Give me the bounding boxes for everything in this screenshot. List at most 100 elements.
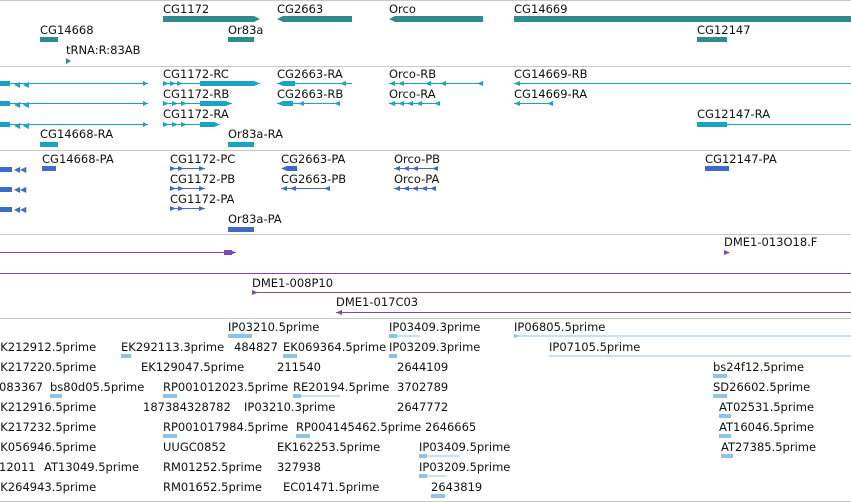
protein-feature[interactable]: CG2663-PA [281, 152, 346, 171]
protein-feature[interactable]: CG1172-PA [170, 192, 235, 211]
transcript-feature[interactable]: CG1172-RB [163, 87, 232, 106]
transcript-feature[interactable]: Orco-RB [389, 67, 483, 86]
transcript-feature[interactable]: ◀ ◀ [0, 100, 148, 109]
est-feature[interactable]: RM01252.5prime [163, 460, 262, 474]
est-feature[interactable]: 484827 [234, 340, 278, 354]
est-label: EK217220.5prime [0, 360, 96, 374]
transcript-label: CG2663-RA [277, 67, 343, 81]
transcript-label: Orco-RA [389, 87, 436, 101]
protein-feature[interactable]: ◀◀ [0, 165, 27, 174]
transcript-feature[interactable]: ◀ ◀ [0, 80, 148, 89]
protein-feature[interactable]: CG12147-PA [705, 152, 777, 171]
transcript-label: CG1172-RC [163, 67, 229, 81]
est-label: 211540 [277, 360, 321, 374]
est-feature[interactable]: EK212912.5prime [0, 340, 96, 354]
protein-feature[interactable]: ◀◀ [0, 205, 27, 214]
gene-label: Orco [389, 2, 416, 16]
est-feature[interactable]: AT13049.5prime [44, 460, 139, 474]
est-feature[interactable]: RP004145462.5prime [296, 420, 421, 438]
transcript-feature[interactable]: CG14669-RB [514, 67, 851, 86]
est-feature[interactable]: SD26602.5prime [713, 380, 810, 398]
protein-feature[interactable]: ◀◀ [0, 185, 27, 194]
est-feature[interactable]: 2647772 [397, 400, 448, 414]
transcript-feature[interactable]: CG1172-RA [163, 107, 229, 127]
est-feature[interactable]: IP06805.5prime [514, 320, 851, 338]
est-feature[interactable]: 2646665 [425, 420, 476, 434]
svg-text:◀ ◀: ◀ ◀ [14, 80, 30, 89]
est-feature[interactable]: EK217220.5prime [0, 360, 96, 374]
transcript-feature[interactable]: Or83a-RA [228, 127, 283, 147]
est-feature[interactable]: 187384328782 [143, 400, 231, 414]
est-feature[interactable]: RM01652.5prime [163, 480, 262, 494]
svg-text:◀ ◀: ◀ ◀ [14, 121, 30, 130]
est-feature[interactable]: 2643819 [431, 480, 482, 498]
protein-feature[interactable]: Orco-PB [394, 152, 440, 171]
clone-feature[interactable]: DME1-017C03 [336, 295, 851, 315]
est-feature[interactable]: 327938 [277, 460, 321, 474]
est-feature[interactable]: AT02531.5prime [719, 400, 814, 418]
est-feature[interactable]: IP03209.5prime [419, 460, 510, 478]
est-feature[interactable]: EK212916.5prime [0, 400, 96, 414]
est-feature[interactable]: EK069364.5prime [283, 340, 386, 358]
est-feature[interactable]: 2644109 [397, 360, 448, 374]
protein-feature[interactable]: CG14668-PA [42, 152, 114, 171]
transcript-feature[interactable]: CG12147-RA [697, 107, 851, 127]
est-feature[interactable]: IP03209.3prime [389, 340, 480, 358]
protein-feature[interactable]: Or83a-PA [228, 212, 282, 232]
est-feature[interactable]: 12011 [0, 460, 36, 474]
est-feature[interactable]: EC01471.5prime [283, 480, 379, 494]
est-feature[interactable]: RP001012023.5prime [163, 380, 288, 398]
transcript-feature[interactable]: Orco-RA [389, 87, 440, 106]
est-feature[interactable]: EK264943.5prime [0, 480, 96, 494]
est-feature[interactable]: EK056946.5prime [0, 440, 96, 454]
est-feature[interactable]: IP07105.5prime [549, 340, 851, 357]
gene-feature[interactable]: Orco [389, 2, 483, 22]
gene-feature[interactable]: CG1172 [163, 2, 260, 22]
est-feature[interactable]: 211540 [277, 360, 321, 374]
clone-feature[interactable] [0, 250, 236, 255]
transcript-label: CG2663-RB [277, 87, 343, 101]
transcript-feature[interactable]: CG1172-RC [163, 67, 260, 86]
est-feature[interactable]: EK162253.5prime [277, 440, 380, 454]
est-label: IP03209.5prime [419, 460, 510, 474]
transcript-feature[interactable]: CG2663-RB [277, 87, 343, 106]
transcript-feature[interactable]: CG2663-RA [277, 67, 352, 86]
est-feature[interactable]: EK217232.5prime [0, 420, 96, 434]
gene-feature[interactable]: CG2663 [277, 2, 352, 22]
est-label: RE20194.5prime [293, 380, 389, 394]
est-feature[interactable]: EK129047.5prime [141, 360, 244, 374]
gene-feature[interactable]: CG14669 [514, 2, 851, 22]
genome-browser-view[interactable]: CG1172 CG2663 Orco CG14669 CG14668 Or83a… [0, 0, 851, 502]
est-feature[interactable]: 3702789 [397, 380, 448, 394]
est-feature[interactable]: IP03409.3prime [389, 320, 480, 338]
est-feature[interactable]: IP03210.3prime [244, 400, 335, 414]
est-feature[interactable]: bs24f12.5prime [713, 360, 804, 378]
est-label: 2644109 [397, 360, 448, 374]
transcript-feature[interactable]: CG14668-RA [40, 127, 113, 147]
est-feature[interactable]: RE20194.5prime [293, 380, 389, 398]
protein-feature[interactable]: CG1172-PB [170, 172, 235, 191]
protein-label: CG14668-PA [42, 152, 114, 166]
clone-feature[interactable]: DME1-008P10 [252, 276, 851, 295]
protein-feature[interactable]: Orco-PA [394, 172, 439, 191]
gene-feature[interactable]: tRNA:R:83AB [66, 43, 141, 64]
est-label: 484827 [234, 340, 278, 354]
est-feature[interactable]: AT16046.5prime [719, 420, 814, 438]
transcript-feature[interactable]: CG14669-RA [514, 87, 587, 106]
est-label: RM01652.5prime [163, 480, 262, 494]
est-feature[interactable]: EK292113.3prime [121, 340, 224, 358]
gene-feature[interactable]: CG12147 [697, 23, 751, 42]
est-feature[interactable]: IP03409.5prime [419, 440, 510, 458]
gene-feature[interactable]: Or83a [228, 23, 263, 42]
est-feature[interactable]: AT27385.5prime [721, 440, 816, 458]
est-feature[interactable]: IP03210.5prime [228, 320, 319, 338]
clone-feature[interactable]: DME1-013O18.F [724, 235, 817, 255]
gene-feature[interactable]: CG14668 [40, 23, 94, 42]
est-feature[interactable]: RP001017984.5prime [163, 420, 288, 438]
protein-feature[interactable]: CG1172-PC [170, 152, 235, 171]
est-feature[interactable]: bs80d05.5prime [50, 380, 144, 398]
est-feature[interactable]: 083367 [0, 380, 43, 394]
protein-feature[interactable]: CG2663-PB [281, 172, 346, 191]
gene-label: CG12147 [697, 23, 751, 37]
est-feature[interactable]: UUGC0852 [163, 440, 226, 454]
